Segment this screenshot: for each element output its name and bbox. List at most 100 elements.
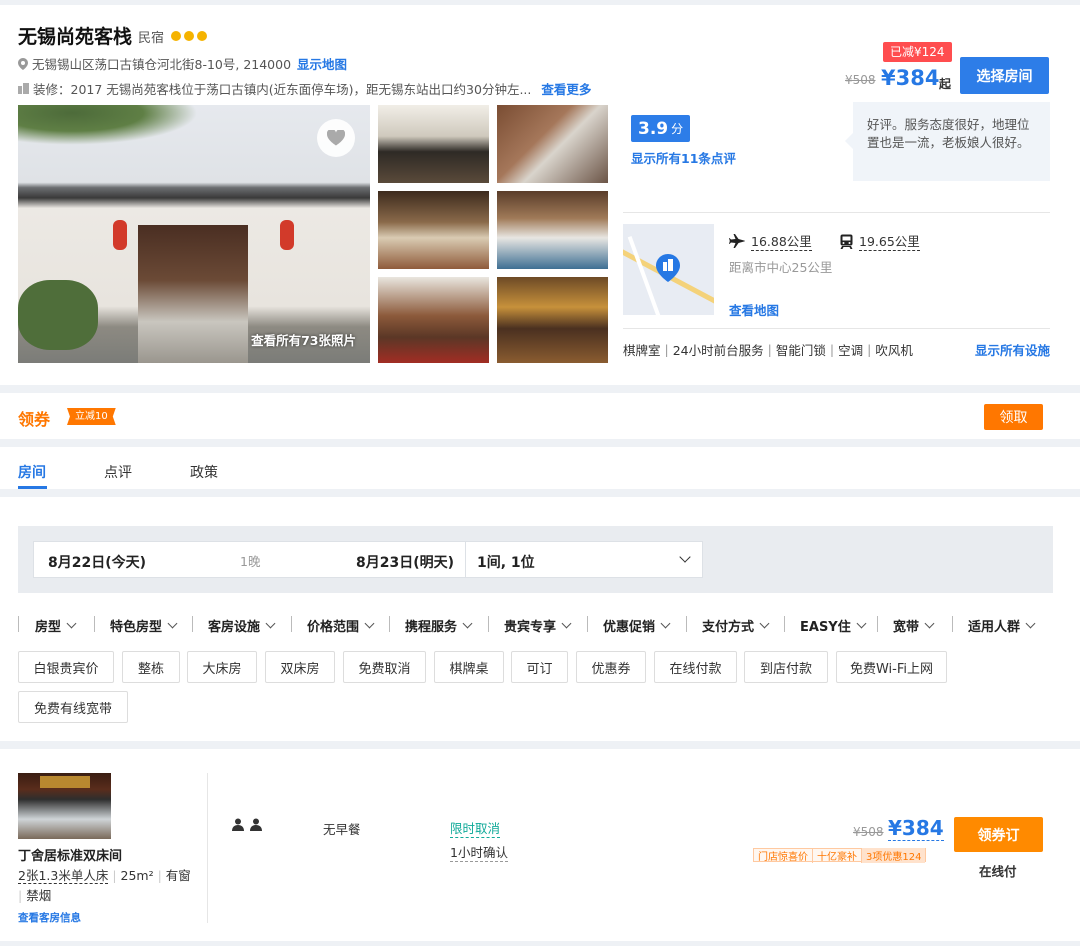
filter-dropdown[interactable]: 价格范围 [307,616,375,635]
filter-tag[interactable]: 白银贵宾价 [18,651,114,683]
confirm-time[interactable]: 1小时确认 [450,842,508,862]
facilities-list: 棋牌室 | 24小时前台服务 | 智能门锁 | 空调 | 吹风机 [623,340,913,359]
description-row: 装修：2017 无锡尚苑客栈位于荡口古镇内(近东面停车场)，距无锡东站出口约30… [18,79,591,98]
old-price: ¥508 [845,73,876,87]
divider [207,773,208,923]
filter-label: 特色房型 [110,620,163,635]
filter-dropdown[interactable]: 特色房型 [110,616,178,635]
filter-dropdown[interactable]: 适用人群 [968,616,1036,635]
filter-tag[interactable]: 到店付款 [744,651,828,683]
mini-map[interactable] [623,224,714,315]
show-all-facilities-link[interactable]: 显示所有设施 [975,340,1050,359]
map-pin-icon [656,254,680,282]
filter-separator [587,616,588,632]
filter-tag[interactable]: 免费Wi-Fi上网 [836,651,947,683]
filter-tag[interactable]: 优惠券 [576,651,646,683]
tab-rooms[interactable]: 房间 [18,462,46,482]
thumb-photo-2[interactable] [497,105,608,183]
thumb-photo-4[interactable] [497,191,608,269]
room-photo-sign [40,776,90,788]
room-card [0,749,1080,941]
chevron-down-icon [265,618,276,629]
chevron-down-icon [462,618,473,629]
all-photos-link[interactable]: 查看所有73张照片 [251,330,356,349]
filter-separator [952,616,953,632]
nights-count: 1晚 [240,554,261,569]
promo-tag: 门店惊喜价 [758,851,808,863]
show-all-reviews-link[interactable]: 显示所有11条点评 [631,148,736,167]
filter-dropdown[interactable]: 客房设施 [208,616,276,635]
filter-label: 优惠促销 [603,620,656,635]
filter-label: 贵宾专享 [504,620,557,635]
filter-label: 客房设施 [208,620,261,635]
room-name[interactable]: 丁舍居标准双床间 [18,845,122,864]
show-map-link[interactable]: 显示地图 [297,54,347,73]
view-map-link[interactable]: 查看地图 [729,300,779,319]
chevron-down-icon [364,618,375,629]
filter-tag[interactable]: 可订 [511,651,568,683]
claim-coupon-button[interactable]: 领取 [984,404,1043,430]
review-quote: 好评。服务态度很好，地理位置也是一流，老板娘人很好。 [867,117,1030,150]
train-distance-value: 19.65公里 [859,231,920,251]
score-badge: 3.9 分 [631,115,691,142]
quote-arrow [845,133,853,149]
room-old-price: ¥508 [853,825,884,839]
filter-tag[interactable]: 棋牌桌 [434,651,504,683]
airport-distance: 16.88公里 [729,231,812,251]
rating-dot-icon [184,31,194,41]
book-button[interactable]: 领券订 [954,817,1043,852]
filter-tag[interactable]: 免费取消 [343,651,426,683]
filter-dropdown[interactable]: 宽带 [893,616,935,635]
filter-tag[interactable]: 整栋 [122,651,180,683]
current-price: ¥384 [881,66,940,90]
filter-label: 支付方式 [702,620,755,635]
thumb-photo-1[interactable] [378,105,489,183]
thumb-photo-5[interactable] [378,277,489,363]
checkout-date[interactable]: 8月23日(明天) [356,552,454,572]
view-room-info-link[interactable]: 查看客房信息 [18,910,81,925]
filter-tag[interactable]: 双床房 [265,651,335,683]
cancel-policy[interactable]: 限时取消 [450,818,501,838]
filter-dropdown[interactable]: EASY住 [800,616,867,635]
filter-separator [488,616,489,632]
room-photo[interactable] [18,773,111,839]
location-pin-icon [18,57,28,70]
tab-policy[interactable]: 政策 [190,462,218,482]
filter-dropdown[interactable]: 优惠促销 [603,616,671,635]
promo-tags: 门店惊喜价 十亿豪补 3项优惠124 [753,847,927,863]
chevron-down-icon [561,618,572,629]
rating-dot-icon [171,31,181,41]
checkin-date[interactable]: 8月22日(今天) [48,552,146,572]
filter-dropdown[interactable]: 贵宾专享 [504,616,572,635]
chevron-down-icon [66,618,77,629]
description-text: 装修：2017 无锡尚苑客栈位于荡口古镇内(近东面停车场)，距无锡东站出口约30… [33,82,532,97]
filter-separator [94,616,95,632]
facility-item: 智能门锁 [775,343,826,358]
select-room-button[interactable]: 选择房间 [960,57,1049,94]
main-photo[interactable]: 查看所有73张照片 [18,105,370,363]
airport-distance-value: 16.88公里 [751,231,812,251]
facility-separator: | [767,342,772,357]
room-specs: 2张1.3米单人床 | 25m² | 有窗 | 禁烟 [18,868,191,903]
score-unit: 分 [671,122,684,136]
price-suffix: 起 [939,77,952,91]
filter-dropdown[interactable]: 房型 [35,616,77,635]
promo-tag: 3项优惠124 [861,847,926,863]
room-window: 有窗 [165,868,191,883]
thumb-photo-3[interactable] [378,191,489,269]
filter-label: 价格范围 [307,620,360,635]
coupon-bar [0,393,1080,439]
thumb-photo-6[interactable] [497,277,608,363]
favorite-button[interactable] [317,119,355,157]
filter-dropdown[interactable]: 支付方式 [702,616,770,635]
facility-item: 吹风机 [875,343,913,358]
filter-tag[interactable]: 大床房 [187,651,257,683]
occupancy-icons [232,818,262,831]
see-more-link[interactable]: 查看更多 [541,79,591,98]
filter-tag[interactable]: 在线付款 [654,651,737,683]
tab-reviews[interactable]: 点评 [104,462,132,482]
filter-dropdown[interactable]: 携程服务 [405,616,473,635]
plant [18,280,98,350]
filter-label: EASY住 [800,620,851,635]
filter-tag[interactable]: 免费有线宽带 [18,691,128,723]
